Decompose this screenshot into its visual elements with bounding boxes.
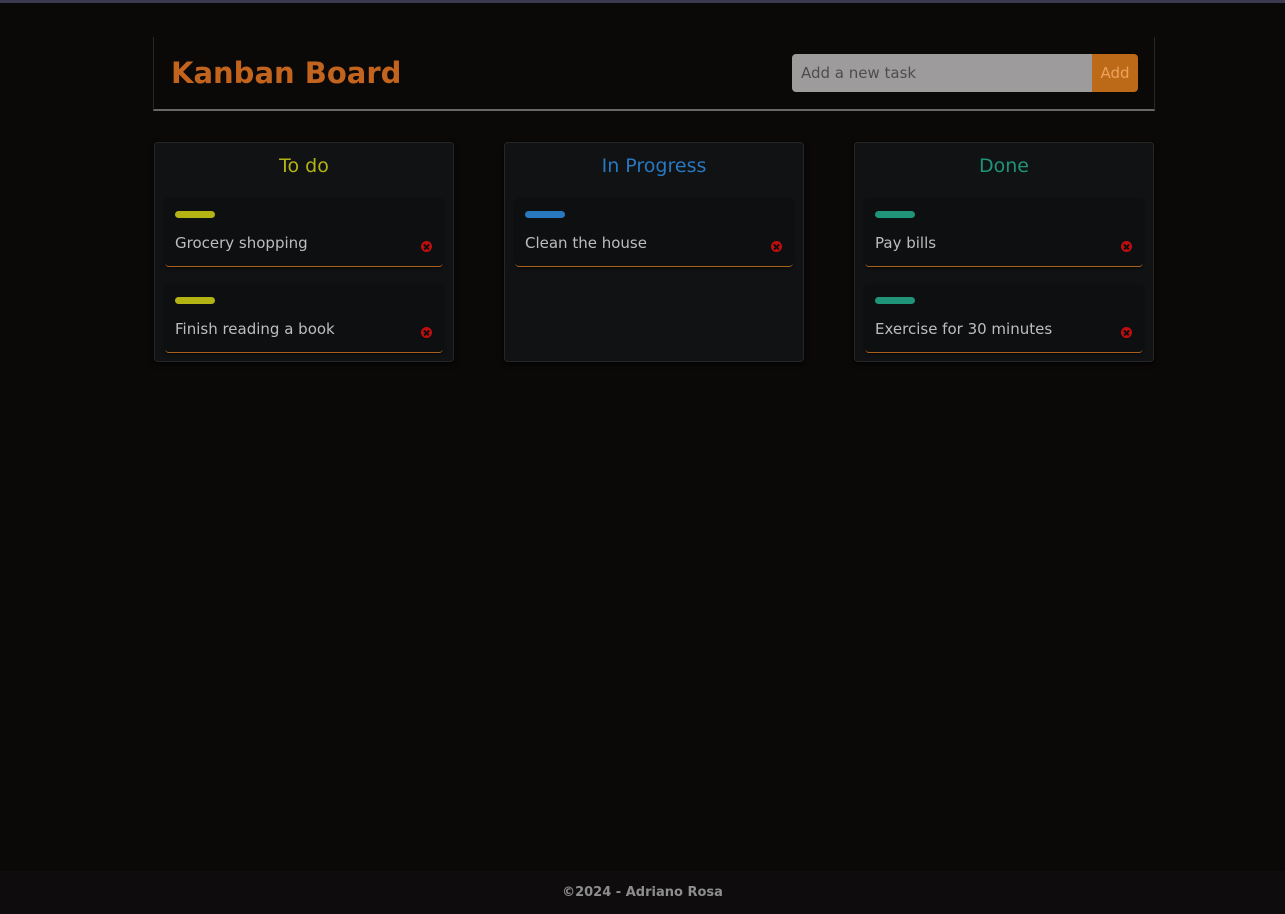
column-in-progress: In Progress Clean the house [504,142,804,362]
new-task-input[interactable] [792,54,1092,92]
add-task-button[interactable]: Add [1092,54,1138,92]
column-done: Done Pay bills Exercise for 30 minutes [854,142,1154,362]
task-card[interactable]: Exercise for 30 minutes [865,285,1143,353]
column-todo: To do Grocery shopping Finish reading a … [154,142,454,362]
status-tag [875,297,915,304]
column-title-in-progress: In Progress [601,155,707,177]
remove-icon[interactable] [421,241,432,252]
remove-icon[interactable] [1121,241,1132,252]
remove-icon[interactable] [771,241,782,252]
task-label: Pay bills [875,234,937,252]
footer-copyright: ©2024 - Adriano Rosa [562,885,723,900]
remove-icon[interactable] [421,327,432,338]
task-label: Clean the house [525,234,647,252]
task-card[interactable]: Pay bills [865,199,1143,267]
status-tag [175,297,215,304]
task-label: Exercise for 30 minutes [875,320,1053,338]
status-tag [875,211,915,218]
page-title: Kanban Board [171,56,402,90]
remove-icon[interactable] [1121,327,1132,338]
status-tag [175,211,215,218]
task-card[interactable]: Clean the house [515,199,793,267]
task-label: Finish reading a book [175,320,335,338]
column-title-done: Done [979,155,1029,177]
browser-top-strip [0,0,1285,3]
task-card[interactable]: Finish reading a book [165,285,443,353]
page-footer: ©2024 - Adriano Rosa [0,871,1285,914]
app-header: Kanban Board Add [153,37,1155,111]
task-card[interactable]: Grocery shopping [165,199,443,267]
add-task-form: Add [792,54,1138,92]
task-label: Grocery shopping [175,234,308,252]
column-title-todo: To do [279,155,329,177]
status-tag [525,211,565,218]
